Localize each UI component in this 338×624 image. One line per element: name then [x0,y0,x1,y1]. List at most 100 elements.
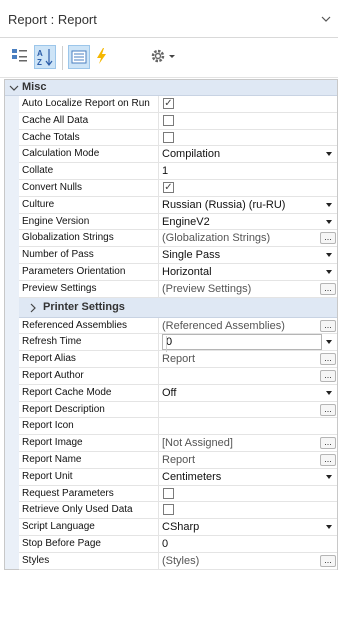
chevron-down-icon[interactable] [9,83,19,93]
property-name: Report Image [22,437,83,449]
property-row-engine-version[interactable]: Engine Version EngineV2 [19,213,337,231]
column-divider [158,129,159,146]
ellipsis-button[interactable]: ... [320,403,336,416]
property-value[interactable]: 0 [162,538,168,550]
property-row-cache-all-data[interactable]: Cache All Data [19,112,337,130]
property-row-retrieve-only-used-data[interactable]: Retrieve Only Used Data [19,502,337,520]
property-row-referenced-assemblies[interactable]: Referenced Assemblies (Referenced Assembl… [19,317,337,335]
property-row-stop-before-page[interactable]: Stop Before Page 0 [19,535,337,553]
chevron-right-icon[interactable] [29,303,37,313]
property-value[interactable]: Report [162,353,195,365]
property-value[interactable]: CSharp [162,521,199,533]
property-row-request-parameters[interactable]: Request Parameters [19,485,337,503]
property-name: Report Description [22,403,105,415]
property-number-input[interactable]: 0 [162,334,322,353]
ellipsis-button[interactable]: ... [320,319,336,332]
property-checkbox[interactable] [163,114,174,126]
property-row-convert-nulls[interactable]: Convert Nulls ✓ [19,179,337,197]
category-printer-settings[interactable]: Printer Settings [19,297,337,318]
settings-button[interactable] [148,45,180,69]
property-name: Script Language [22,521,95,533]
property-name: Culture [22,198,55,210]
property-value[interactable]: Compilation [162,148,220,160]
property-row-calculation-mode[interactable]: Calculation Mode Compilation [19,146,337,164]
property-row-report-author[interactable]: Report Author... [19,367,337,385]
property-row-parameters-orientation[interactable]: Parameters Orientation Horizontal [19,263,337,281]
property-row-report-unit[interactable]: Report Unit Centimeters [19,468,337,486]
column-divider [158,163,159,179]
property-row-styles[interactable]: Styles (Styles)... [19,552,337,570]
property-value[interactable]: Off [162,387,176,399]
property-row-report-cache-mode[interactable]: Report Cache Mode Off [19,384,337,402]
properties-icon [71,50,87,64]
property-row-report-description[interactable]: Report Description... [19,401,337,419]
property-row-preview-settings[interactable]: Preview Settings (Preview Settings)... [19,280,337,298]
ellipsis-button[interactable]: ... [320,554,336,567]
dropdown-arrow-icon[interactable] [326,474,332,479]
ellipsis-button[interactable]: ... [320,453,336,466]
chevron-down-icon[interactable] [321,14,331,24]
categorized-view-button[interactable] [10,45,32,69]
property-row-report-icon[interactable]: Report Icon [19,418,337,436]
property-row-report-alias[interactable]: Report Alias Report... [19,351,337,368]
dropdown-arrow-icon[interactable] [326,390,332,395]
property-row-number-of-pass[interactable]: Number of Pass Single Pass [19,247,337,264]
property-row-refresh-time[interactable]: Refresh Time 0 [19,334,337,353]
dropdown-arrow-icon[interactable] [326,152,332,157]
property-name: Refresh Time [22,336,82,348]
property-value[interactable]: (Preview Settings) [162,283,251,295]
property-value[interactable]: 1 [162,165,168,177]
category-misc[interactable]: Misc [5,80,337,96]
property-row-collate[interactable]: Collate 1 [19,163,337,180]
property-value[interactable]: Single Pass [162,249,220,261]
panel-header: Report : Report [0,0,338,38]
dropdown-arrow-icon[interactable] [326,525,332,530]
property-value[interactable]: EngineV2 [162,216,210,228]
dropdown-arrow-icon[interactable] [326,269,332,274]
property-row-cache-totals[interactable]: Cache Totals [19,129,337,147]
property-row-auto-localize-report-on-run[interactable]: Auto Localize Report on Run ✓ [19,96,337,113]
column-divider [158,146,159,163]
property-value[interactable]: Russian (Russia) (ru-RU) [162,199,285,211]
column-divider [158,485,159,502]
property-row-script-language[interactable]: Script Language CSharp [19,519,337,536]
property-value[interactable]: (Globalization Strings) [162,232,270,244]
property-value[interactable]: Horizontal [162,266,212,278]
events-button[interactable] [92,45,114,69]
property-row-culture[interactable]: Culture Russian (Russia) (ru-RU) [19,196,337,214]
properties-button[interactable] [68,45,90,69]
dropdown-arrow-icon[interactable] [326,340,332,345]
property-value[interactable]: (Styles) [162,555,199,567]
ellipsis-button[interactable]: ... [320,437,336,450]
property-row-globalization-strings[interactable]: Globalization Strings (Globalization Stri… [19,230,337,248]
column-divider [158,502,159,519]
property-value[interactable]: (Referenced Assemblies) [162,320,285,332]
number-dropdown-button[interactable] [166,336,180,353]
sort-alphabetical-button[interactable]: A Z [34,45,56,69]
dropdown-arrow-icon[interactable] [326,253,332,258]
property-checkbox[interactable] [163,131,174,143]
column-divider [158,196,159,213]
property-checkbox[interactable]: ✓ [163,98,174,109]
ellipsis-button[interactable]: ... [320,353,336,366]
property-name: Report Author [22,369,84,381]
property-name: Retrieve Only Used Data [22,504,133,516]
property-value[interactable]: Report [162,454,195,466]
property-checkbox[interactable] [163,504,174,516]
dropdown-arrow-icon[interactable] [326,202,332,207]
property-rows: Auto Localize Report on Run ✓ Cache All Da… [19,96,337,570]
property-row-report-image[interactable]: Report Image [Not Assigned]... [19,435,337,452]
svg-text:Z: Z [37,58,42,67]
ellipsis-button[interactable]: ... [320,282,336,295]
property-value[interactable]: [Not Assigned] [162,437,233,449]
ellipsis-button[interactable]: ... [320,232,336,245]
ellipsis-button[interactable]: ... [320,369,336,382]
property-checkbox[interactable]: ✓ [163,181,174,193]
property-row-report-name[interactable]: Report Name Report... [19,451,337,469]
property-name: Styles [22,554,50,566]
column-divider [158,418,159,435]
property-checkbox[interactable] [163,487,174,499]
column-divider [158,112,159,129]
property-value[interactable]: Centimeters [162,471,221,483]
dropdown-arrow-icon[interactable] [326,219,332,224]
